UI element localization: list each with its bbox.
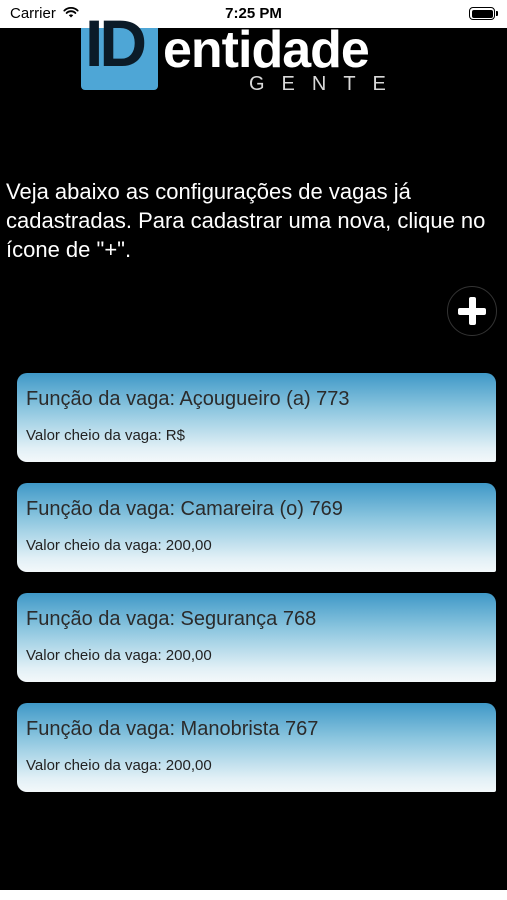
- job-title: Função da vaga: Camareira (o) 769: [26, 498, 343, 520]
- brand-logo: ID entidade GENTE: [81, 10, 426, 98]
- job-title: Função da vaga: Manobrista 767: [26, 718, 319, 740]
- job-value: Valor cheio da vaga: 200,00: [26, 757, 212, 774]
- job-title: Função da vaga: Segurança 768: [26, 608, 317, 630]
- job-value: Valor cheio da vaga: 200,00: [26, 537, 212, 554]
- job-card[interactable]: Função da vaga: Açougueiro (a) 773 Valor…: [17, 373, 496, 462]
- intro-text: Veja abaixo as configurações de vagas já…: [6, 179, 486, 262]
- job-title: Função da vaga: Açougueiro (a) 773: [26, 388, 350, 410]
- job-card[interactable]: Função da vaga: Segurança 768 Valor chei…: [17, 593, 496, 682]
- home-indicator-area: [0, 890, 507, 900]
- job-card[interactable]: Função da vaga: Manobrista 767 Valor che…: [17, 703, 496, 792]
- logo-mark-text: ID: [85, 6, 147, 80]
- job-value: Valor cheio da vaga: 200,00: [26, 647, 212, 664]
- battery-icon: [469, 7, 498, 20]
- logo-wordmark: entidade: [163, 21, 370, 79]
- plus-icon-vertical: [469, 297, 476, 325]
- logo-subtitle: GENTE: [249, 73, 403, 95]
- job-value: Valor cheio da vaga: R$: [26, 427, 185, 444]
- job-card[interactable]: Função da vaga: Camareira (o) 769 Valor …: [17, 483, 496, 572]
- logo-mark: ID: [81, 10, 158, 90]
- add-job-button[interactable]: [447, 286, 497, 336]
